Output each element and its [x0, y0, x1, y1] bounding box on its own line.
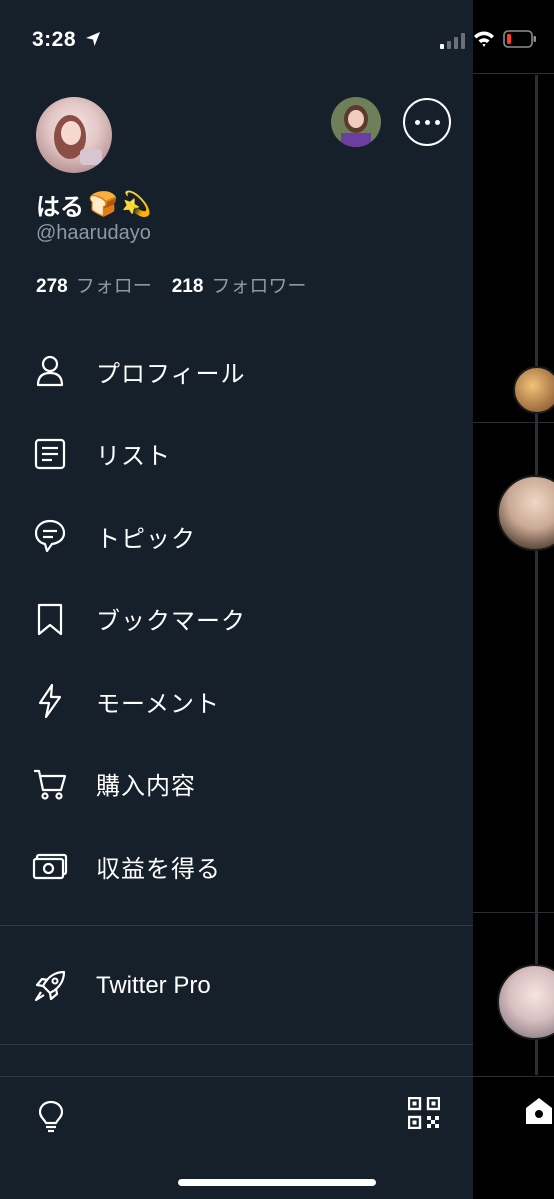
- more-dot: [414, 119, 420, 125]
- lightning-icon: [38, 684, 62, 719]
- location-arrow-icon: [86, 32, 100, 46]
- home-icon[interactable]: [525, 1096, 553, 1126]
- menu-item-profile[interactable]: プロフィール: [0, 330, 473, 413]
- timeline-divider: [473, 422, 554, 423]
- rocket-icon: [34, 970, 66, 1002]
- menu-item-label: ブックマーク: [96, 608, 246, 636]
- bookmark-icon: [37, 603, 63, 635]
- display-name[interactable]: はる 🍞 💫: [36, 187, 152, 222]
- person-icon: [36, 356, 64, 387]
- status-bar: 3:28: [0, 0, 554, 70]
- timeline-avatar[interactable]: [497, 475, 554, 551]
- menu-item-twitter-pro[interactable]: Twitter Pro: [0, 944, 473, 1028]
- followers-label: フォロワー: [211, 276, 307, 297]
- drawer-menu: プロフィール リスト トピック ブックマーク モーメント 購入内容 収益を得る: [0, 330, 473, 908]
- followers-link[interactable]: 218 フォロワー: [172, 271, 307, 298]
- menu-item-moments[interactable]: モーメント: [0, 660, 473, 743]
- following-label: フォロー: [75, 276, 152, 297]
- menu-item-bookmarks[interactable]: ブックマーク: [0, 578, 473, 661]
- menu-item-label: リスト: [96, 443, 171, 471]
- menu-item-label: モーメント: [96, 690, 221, 718]
- status-time: 3:28: [32, 28, 77, 51]
- cellular-signal-icon: [440, 33, 465, 49]
- menu-divider: [0, 925, 473, 926]
- wifi-icon: [474, 31, 494, 47]
- timeline-tab-bar: [473, 1076, 554, 1199]
- menu-item-label: トピック: [96, 525, 196, 553]
- more-dot: [434, 119, 440, 125]
- menu-item-label: 購入内容: [96, 773, 196, 801]
- background-timeline: [473, 0, 554, 1199]
- navigation-drawer: はる 🍞 💫 @haarudayo 278 フォロー 218 フォロワー プロフィー…: [0, 0, 473, 1199]
- profile-avatar[interactable]: [36, 97, 112, 173]
- user-handle[interactable]: @haarudayo: [36, 222, 151, 245]
- following-link[interactable]: 278 フォロー: [36, 271, 152, 298]
- menu-item-monetization[interactable]: 収益を得る: [0, 825, 473, 908]
- list-icon: [34, 438, 66, 469]
- menu-item-lists[interactable]: リスト: [0, 413, 473, 496]
- cart-icon: [34, 769, 67, 800]
- timeline-divider: [473, 912, 554, 913]
- timeline-thread-line: [535, 75, 538, 1075]
- bread-emoji: 🍞: [88, 191, 118, 218]
- follow-stats: 278 フォロー 218 フォロワー: [36, 271, 306, 298]
- lightbulb-icon[interactable]: [36, 1099, 66, 1133]
- account-switch-avatar[interactable]: [331, 97, 381, 147]
- menu-divider: [0, 1044, 473, 1045]
- menu-item-label: プロフィール: [96, 360, 246, 388]
- timeline-divider: [473, 73, 554, 74]
- menu-item-topics[interactable]: トピック: [0, 495, 473, 578]
- timeline-avatar[interactable]: [513, 366, 554, 414]
- topic-icon: [34, 520, 66, 553]
- qr-code-icon[interactable]: [408, 1097, 440, 1129]
- battery-low-icon: [503, 30, 536, 48]
- timeline-avatar[interactable]: [497, 964, 554, 1040]
- more-dot: [424, 119, 430, 125]
- money-icon: [32, 854, 68, 880]
- followers-count: 218: [171, 276, 204, 297]
- menu-item-label: Twitter Pro: [96, 972, 211, 999]
- menu-item-purchases[interactable]: 購入内容: [0, 743, 473, 826]
- home-indicator[interactable]: [178, 1179, 376, 1186]
- dizzy-emoji: 💫: [121, 191, 152, 218]
- more-options-button[interactable]: [403, 98, 451, 146]
- following-count: 278: [36, 276, 68, 297]
- menu-item-label: 収益を得る: [96, 855, 221, 883]
- display-name-text: はる: [36, 194, 84, 221]
